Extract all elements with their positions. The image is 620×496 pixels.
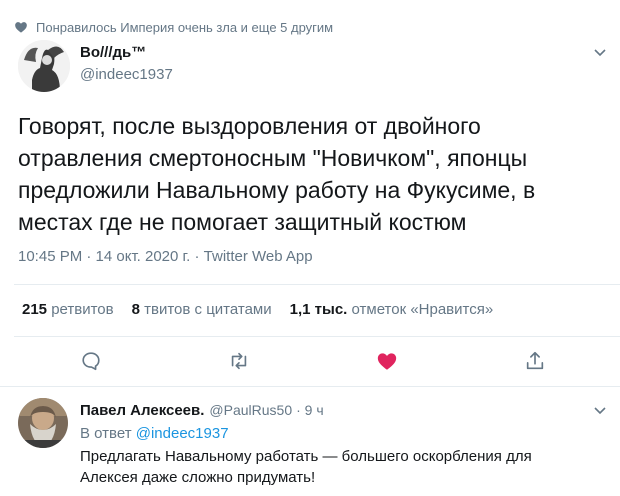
reply-text: Предлагать Навальному работать — большег… [80, 446, 610, 488]
reply-header: Павел Алексеев. @PaulRus50 · 9 ч [80, 402, 324, 419]
reply-text-line: Алексея даже сложно придумать! [80, 469, 316, 486]
reply-avatar-image [18, 398, 68, 448]
reply-text-line: Предлагать Навальному работать — большег… [80, 448, 532, 465]
quotes-label: твитов с цитатами [144, 301, 272, 318]
retweets-label: ретвитов [51, 301, 114, 318]
in-reply-handle[interactable]: @indeec1937 [136, 425, 229, 442]
heart-icon [15, 22, 27, 33]
social-context-text: Понравилось Империя очень зла и еще 5 др… [36, 20, 334, 35]
tweet-stats: 215 ретвитов 8 твитов с цитатами 1,1 тыс… [22, 301, 493, 318]
likes-count: 1,1 тыс. [289, 301, 348, 318]
tweet-timestamp[interactable]: 10:45 PM · 14 окт. 2020 г. · Twitter Web… [18, 248, 313, 265]
chevron-down-icon[interactable] [592, 402, 608, 418]
retweets-stat[interactable]: 215 ретвитов [22, 301, 114, 318]
chevron-down-icon[interactable] [592, 44, 608, 60]
author-avatar[interactable] [18, 40, 70, 92]
reply-author-name[interactable]: Павел Алексеев. [80, 402, 204, 419]
likes-stat[interactable]: 1,1 тыс. отметок «Нравится» [290, 301, 494, 318]
quotes-stat[interactable]: 8 твитов с цитатами [132, 301, 272, 318]
reply-time[interactable]: · 9 ч [296, 402, 324, 418]
avatar-image [18, 40, 70, 92]
retweet-icon[interactable] [228, 350, 250, 372]
reply-author-avatar[interactable] [18, 398, 68, 448]
quotes-count: 8 [131, 301, 140, 318]
author-name[interactable]: Во///дь™ [80, 44, 146, 61]
reply-author-handle[interactable]: @PaulRus50 [209, 402, 292, 418]
divider [14, 284, 620, 285]
in-reply-prefix: В ответ [80, 425, 132, 442]
author-handle[interactable]: @indeec1937 [80, 66, 173, 83]
share-icon[interactable] [524, 350, 546, 372]
retweets-count: 215 [22, 301, 48, 318]
divider [14, 336, 620, 337]
likes-label: отметок «Нравится» [351, 301, 494, 318]
in-reply-to: В ответ @indeec1937 [80, 425, 229, 442]
divider [0, 386, 620, 387]
reply-icon[interactable] [80, 350, 102, 372]
like-icon[interactable] [376, 350, 398, 372]
tweet-text: Говорят, после выздоровления от двойного… [18, 113, 536, 235]
social-context-label[interactable]: Понравилось Империя очень зла и еще 5 др… [36, 20, 333, 35]
